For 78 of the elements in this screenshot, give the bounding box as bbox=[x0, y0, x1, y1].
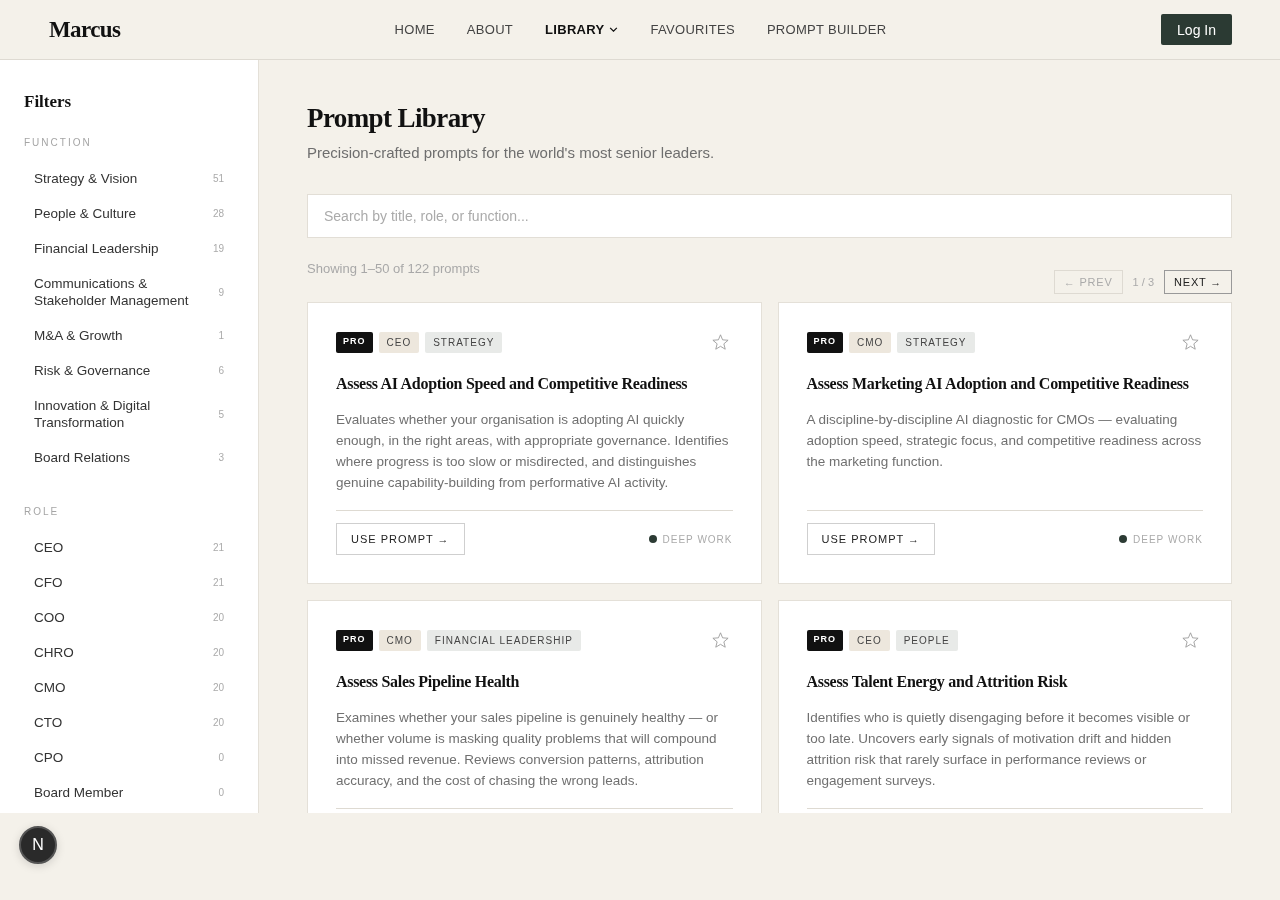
filter-count: 0 bbox=[218, 787, 224, 798]
filter-count: 21 bbox=[212, 542, 224, 553]
logo[interactable]: Marcus bbox=[49, 16, 121, 42]
use-prompt-button[interactable]: USE PROMPT → bbox=[806, 523, 936, 555]
nav-link[interactable]: ABOUT bbox=[466, 22, 514, 37]
filter-count: 6 bbox=[218, 365, 224, 376]
login-button[interactable]: Log In bbox=[1161, 14, 1232, 45]
prompt-description: Identifies who is quietly disengaging before it becomes visible or too late. Uncovers early signals of motivation drift and hidden attrition risk that rarely surface in performance reviews or engagement surveys. bbox=[806, 709, 1191, 790]
function-tag: STRATEGY bbox=[897, 331, 975, 353]
filter-count: 5 bbox=[218, 408, 224, 420]
chevron-down-icon bbox=[609, 27, 619, 32]
search-field[interactable]: Search by title, role, or function... bbox=[307, 194, 1232, 238]
prompt-title: Assess AI Adoption Speed and Competitive Readiness bbox=[336, 374, 689, 395]
mode-label: DEEP WORK bbox=[1133, 533, 1203, 545]
star-icon[interactable] bbox=[711, 632, 729, 648]
star-icon[interactable] bbox=[711, 334, 729, 350]
filter-option[interactable]: Strategy & Vision bbox=[34, 170, 138, 187]
filter-option[interactable]: COO bbox=[34, 609, 65, 626]
function-tag: FINANCIAL LEADERSHIP bbox=[426, 629, 581, 651]
tier-tag: PRO bbox=[336, 629, 373, 651]
filter-count: 20 bbox=[212, 612, 224, 623]
function-tag: PEOPLE bbox=[895, 629, 958, 651]
filter-option[interactable]: CEO bbox=[34, 539, 64, 556]
filter-count: 0 bbox=[218, 752, 224, 763]
section-heading: ROLE bbox=[24, 505, 61, 519]
filter-count: 1 bbox=[218, 330, 224, 341]
prompt-title: Assess Talent Energy and Attrition Risk bbox=[806, 672, 1069, 693]
filter-count: 20 bbox=[212, 682, 224, 693]
prompt-description: A discipline-by-discipline AI diagnostic for CMOs — evaluating adoption speed, strategic focus, and competitive readiness across the marketing function. bbox=[806, 411, 1203, 471]
use-prompt-button[interactable]: USE PROMPT → bbox=[336, 523, 465, 555]
star-icon[interactable] bbox=[1182, 334, 1199, 350]
filters-heading: Filters bbox=[24, 92, 73, 112]
nav-link[interactable]: HOME bbox=[394, 22, 435, 37]
role-tag: CEO bbox=[378, 331, 420, 353]
prompt-description: Examines whether your sales pipeline is genuinely healthy — or whether volume is masking quality problems that will compound into missed revenue. Reviews conversion patterns, attribution accuracy, and the cost of chasing the wrong leads. bbox=[336, 709, 719, 790]
prompt-title: Assess Sales Pipeline Health bbox=[336, 672, 521, 693]
filter-option[interactable]: Board Relations bbox=[34, 449, 131, 466]
nav-link[interactable]: FAVOURITES bbox=[650, 22, 735, 37]
role-tag: CMO bbox=[378, 629, 421, 651]
mode-label: DEEP WORK bbox=[662, 533, 733, 545]
filter-count: 21 bbox=[212, 577, 224, 588]
filter-option[interactable]: CMO bbox=[34, 679, 66, 696]
filter-count: 28 bbox=[212, 208, 224, 219]
filter-option[interactable]: CFO bbox=[34, 574, 63, 591]
section-heading: FUNCTION bbox=[24, 136, 93, 150]
nav-link[interactable]: LIBRARY bbox=[545, 22, 619, 37]
role-tag: CEO bbox=[849, 629, 890, 651]
filter-option[interactable]: CTO bbox=[34, 714, 63, 731]
filter-option[interactable]: Board Member bbox=[34, 784, 124, 801]
filter-option[interactable]: M&A & Growth bbox=[34, 327, 123, 344]
filter-option[interactable]: People & Culture bbox=[34, 205, 137, 222]
page-indicator: 1 / 3 bbox=[1132, 276, 1154, 288]
page-title: Prompt Library bbox=[307, 102, 487, 135]
tier-tag: PRO bbox=[806, 331, 843, 353]
filter-count: 9 bbox=[218, 286, 224, 298]
results-summary: Showing 1–50 of 122 prompts bbox=[307, 260, 480, 278]
filter-option[interactable]: CHRO bbox=[34, 644, 74, 661]
filter-option[interactable]: Risk & Governance bbox=[34, 362, 151, 379]
filter-count: 20 bbox=[212, 717, 224, 728]
page-subtitle: Precision-crafted prompts for the world's most senior leaders. bbox=[307, 143, 716, 163]
function-tag: STRATEGY bbox=[425, 331, 503, 353]
filter-count: 20 bbox=[212, 647, 224, 658]
filter-count: 3 bbox=[218, 452, 224, 463]
filter-option[interactable]: Communications & Stakeholder Management bbox=[34, 275, 194, 309]
nav-link[interactable]: PROMPT BUILDER bbox=[766, 22, 887, 37]
tier-tag: PRO bbox=[336, 331, 373, 353]
dev-tools-button[interactable]: N bbox=[19, 826, 57, 864]
star-icon[interactable] bbox=[1182, 632, 1199, 648]
prompt-title: Assess Marketing AI Adoption and Competitive Readiness bbox=[806, 374, 1190, 395]
filter-option[interactable]: Innovation & Digital Transformation bbox=[34, 397, 194, 431]
filter-option[interactable]: CPO bbox=[34, 749, 64, 766]
filter-count: 19 bbox=[212, 243, 224, 254]
filter-count: 51 bbox=[212, 173, 224, 184]
role-tag: CMO bbox=[849, 331, 892, 353]
filter-option[interactable]: Financial Leadership bbox=[34, 240, 159, 257]
tier-tag: PRO bbox=[806, 629, 843, 651]
prompt-description: Evaluates whether your organisation is adopting AI quickly enough, in the right areas, with appropriate governance. Identifies where progress is too slow or misdirected, and distinguishes genuine capability-building from performative AI activity. bbox=[336, 411, 730, 492]
next-page-button[interactable]: NEXT → bbox=[1164, 270, 1232, 294]
